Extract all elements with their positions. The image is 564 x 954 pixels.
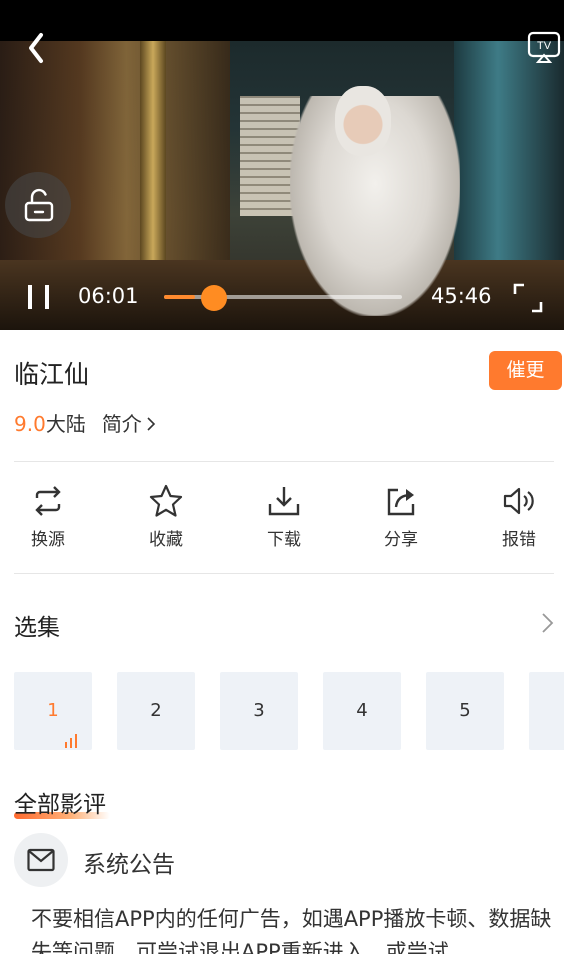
fullscreen-icon[interactable] [512,282,544,314]
episode-number: 1 [47,700,59,721]
chevron-right-icon[interactable] [540,612,554,634]
pause-icon[interactable] [26,284,52,310]
episode-list: 1 2 3 4 5 [14,672,564,750]
divider [14,461,554,462]
status-bar [0,0,564,41]
current-time: 06:01 [78,284,139,308]
episode-number: 2 [150,700,162,721]
notice-item[interactable]: 系统公告 [14,833,554,887]
episode-item[interactable]: 4 [323,672,401,750]
episode-number: 5 [459,700,471,721]
share-icon [387,488,415,516]
episode-number: 4 [356,700,368,721]
episode-item[interactable]: 1 [14,672,92,750]
divider [14,573,554,574]
reviews-title: 全部影评 [14,792,106,818]
intro-link[interactable]: 简介 [102,412,156,436]
request-update-button[interactable]: 催更 [489,351,562,390]
download-label: 下载 [267,530,301,550]
favorite-label: 收藏 [149,530,183,550]
lock-button[interactable] [5,172,71,238]
episode-item[interactable]: 2 [117,672,195,750]
favorite-button[interactable]: 收藏 [126,484,206,550]
share-label: 分享 [384,530,418,550]
switch-source-button[interactable]: 换源 [8,484,88,550]
avatar [14,833,68,887]
video-frame-head [335,86,391,156]
episode-item[interactable]: 3 [220,672,298,750]
playing-bars-icon [65,734,77,748]
intro-label: 简介 [101,412,142,436]
tv-cast-icon[interactable]: TV [527,31,561,63]
progress-fill [164,295,196,299]
report-error-label: 报错 [502,530,536,550]
video-meta: 9.0大陆 简介 [14,408,156,437]
mail-icon [27,848,55,872]
speaker-icon [503,487,534,515]
chevron-right-icon [147,417,155,431]
episode-number: 3 [253,700,265,721]
progress-bar[interactable] [164,295,402,299]
rating-score: 9.0 [14,412,46,436]
notice-author: 系统公告 [83,852,175,878]
unlock-icon [24,188,54,222]
action-bar: 换源 收藏 下载 分享 报错 [0,484,564,554]
episode-item[interactable] [529,672,564,750]
download-button[interactable]: 下载 [244,484,324,550]
episode-item[interactable]: 5 [426,672,504,750]
switch-source-icon [35,486,61,516]
region-label: 大陆 [45,412,86,436]
player-controls: 06:01 45:46 [0,272,564,322]
notice-text: 不要相信APP内的任何广告，如遇APP播放卡顿、数据缺失等问题，可尝试退出APP… [31,907,552,954]
svg-text:TV: TV [537,40,552,52]
switch-source-label: 换源 [31,530,65,550]
total-time: 45:46 [431,284,492,308]
back-icon[interactable] [24,30,48,66]
progress-thumb[interactable] [201,285,228,311]
report-error-button[interactable]: 报错 [479,484,559,550]
share-button[interactable]: 分享 [361,484,441,550]
download-icon [268,487,300,516]
episodes-title: 选集 [14,615,60,641]
video-title: 临江仙 [14,360,90,389]
star-icon [149,484,183,517]
